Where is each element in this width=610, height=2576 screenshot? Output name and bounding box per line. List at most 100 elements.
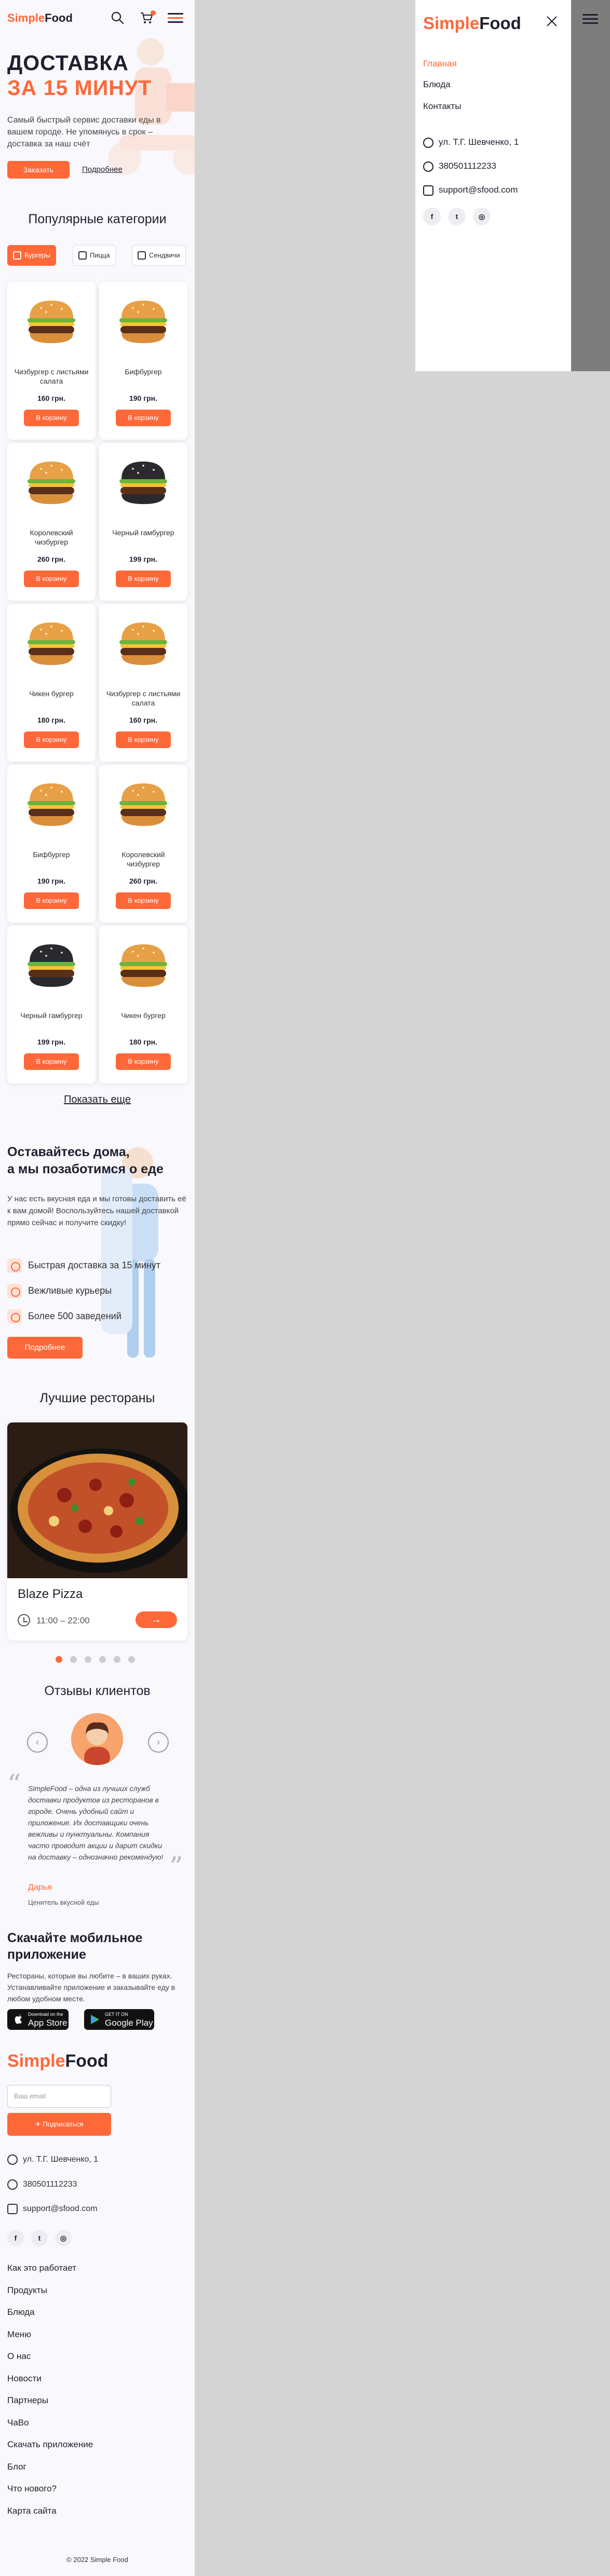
drawer-logo[interactable]: SimpleFood: [423, 13, 521, 33]
restaurant-icon: [7, 1309, 22, 1324]
footer-link[interactable]: Новости: [7, 2374, 42, 2384]
appstore-button[interactable]: Download on the App Store: [7, 2009, 69, 2030]
footer-link[interactable]: О нас: [7, 2351, 31, 2362]
product-card[interactable]: Королевский чизбургер 260 грн. В корзину: [7, 443, 96, 601]
search-icon[interactable]: [110, 10, 125, 25]
footer-link[interactable]: Продукты: [7, 2285, 47, 2296]
add-to-cart-button[interactable]: В корзину: [24, 410, 79, 426]
facebook-icon[interactable]: f: [7, 2230, 24, 2246]
email-text: support@sfood.com: [23, 2204, 98, 2214]
review-next-button[interactable]: ›: [148, 1732, 169, 1753]
product-name: Королевский чизбургер: [30, 528, 73, 546]
footer-link[interactable]: Карта сайта: [7, 2506, 57, 2516]
product-card[interactable]: Черный гамбургер 199 грн. В корзину: [99, 443, 187, 601]
product-price: 260 грн.: [129, 877, 157, 885]
address-text: ул. Т.Г. Шевченко, 1: [23, 2155, 99, 2164]
instagram-icon[interactable]: ◎: [55, 2230, 72, 2246]
footer-link[interactable]: Блог: [7, 2462, 26, 2472]
footer-link[interactable]: Как это работает: [7, 2263, 76, 2273]
close-icon[interactable]: [545, 15, 559, 28]
review-prev-button[interactable]: ‹: [27, 1732, 48, 1753]
googleplay-button[interactable]: GET IT ON Google Play: [84, 2009, 154, 2030]
order-button[interactable]: Заказать: [7, 161, 70, 179]
burger-image: [119, 462, 167, 504]
feature-fast-delivery: Быстрая доставка за 15 минут: [7, 1258, 160, 1273]
footer-email[interactable]: support@sfood.com: [7, 2204, 97, 2214]
product-card[interactable]: Чикен бургер 180 грн. В корзину: [7, 604, 96, 762]
footer-phone[interactable]: 380501112233: [7, 2179, 77, 2190]
product-card[interactable]: Чизбургер с листьями салата 160 грн. В кор…: [7, 282, 96, 440]
product-card[interactable]: Бифбургер 190 грн. В корзину: [7, 765, 96, 923]
email-input[interactable]: Ваш email: [7, 2085, 111, 2108]
reviews-title: Отзывы клиентов: [44, 1684, 151, 1698]
hero-more-link[interactable]: Подробнее: [82, 165, 123, 174]
category-label: Бургеры: [24, 251, 51, 259]
restaurant-arrow-button[interactable]: →: [135, 1611, 177, 1628]
subscribe-button[interactable]: ✈ Подписаться: [7, 2113, 111, 2136]
restaurant-card[interactable]: Blaze Pizza 11:00 – 22:00 →: [7, 1422, 187, 1640]
footer-link[interactable]: Партнеры: [7, 2395, 48, 2406]
product-card[interactable]: Бифбургер 190 грн. В корзину: [99, 282, 187, 440]
nav-contacts[interactable]: Контакты: [423, 101, 461, 112]
drawer-email[interactable]: support@sfood.com: [423, 185, 518, 196]
add-to-cart-button[interactable]: В корзину: [24, 571, 79, 587]
footer-logo[interactable]: SimpleFood: [7, 2051, 109, 2071]
add-to-cart-button[interactable]: В корзину: [116, 892, 171, 909]
add-to-cart-button[interactable]: В корзину: [116, 571, 171, 587]
mail-icon: [7, 2204, 18, 2214]
feature-label: Быстрая доставка за 15 минут: [28, 1259, 161, 1270]
footer-link[interactable]: Меню: [7, 2329, 31, 2340]
main-page: SimpleFood ДОСТАВКА ЗА 15 МИНУТ Самый бы…: [0, 0, 195, 2576]
footer-link[interactable]: Блюда: [7, 2307, 35, 2317]
product-card[interactable]: Королевский чизбургер 260 грн. В корзину: [99, 765, 187, 923]
phone-icon: [7, 2179, 18, 2190]
add-to-cart-button[interactable]: В корзину: [24, 731, 79, 748]
instagram-icon[interactable]: ◎: [473, 208, 491, 225]
slider-dot[interactable]: [128, 1656, 135, 1663]
product-price: 199 грн.: [37, 1038, 65, 1046]
mail-icon: [423, 185, 433, 196]
clock-icon: [18, 1614, 30, 1626]
hero-title-line2: ЗА 15 МИНУТ: [7, 76, 152, 100]
add-to-cart-button[interactable]: В корзину: [116, 410, 171, 426]
category-burgers[interactable]: Бургеры: [7, 245, 57, 266]
menu-burger-button[interactable]: [165, 8, 186, 28]
stay-more-button[interactable]: Подробнее: [7, 1337, 83, 1359]
stay-home-title: Оставайтесь дома, а мы позаботимся о еде: [7, 1144, 164, 1178]
show-more-link[interactable]: Показать еще: [0, 1094, 195, 1106]
footer-link[interactable]: ЧаВо: [7, 2418, 29, 2428]
product-card[interactable]: Черный гамбургер 199 грн. В корзину: [7, 926, 96, 1083]
product-card[interactable]: Чизбургер с листьями салата 160 грн. В кор…: [99, 604, 187, 762]
slider-dot[interactable]: [99, 1656, 106, 1663]
subscribe-label: Подписаться: [43, 2120, 84, 2128]
footer-link[interactable]: Что нового?: [7, 2484, 57, 2494]
menu-burger-button[interactable]: [580, 9, 601, 29]
add-to-cart-button[interactable]: В корзину: [116, 731, 171, 748]
twitter-icon[interactable]: t: [31, 2230, 48, 2246]
facebook-icon[interactable]: f: [423, 208, 441, 225]
drawer-phone[interactable]: 380501112233: [423, 161, 496, 172]
product-card[interactable]: Чикен бургер 180 грн. В корзину: [99, 926, 187, 1083]
feature-restaurants: Более 500 заведений: [7, 1309, 121, 1324]
product-price: 160 грн.: [37, 394, 65, 402]
slider-dot[interactable]: [56, 1656, 62, 1663]
slider-dot[interactable]: [70, 1656, 77, 1663]
category-sandwiches[interactable]: Сендвичи: [132, 245, 186, 266]
appstore-caption: Download on the: [28, 2012, 63, 2017]
footer-link[interactable]: Скачать приложение: [7, 2439, 93, 2450]
overlay-strip: [571, 0, 610, 371]
reviewer-avatar: [71, 1713, 123, 1765]
category-pizza[interactable]: Пицца: [73, 245, 116, 266]
slider-dot[interactable]: [85, 1656, 91, 1663]
twitter-icon[interactable]: t: [448, 208, 466, 225]
add-to-cart-button[interactable]: В корзину: [24, 1053, 79, 1070]
nav-home[interactable]: Главная: [423, 59, 457, 69]
nav-dishes[interactable]: Блюда: [423, 79, 451, 90]
add-to-cart-button[interactable]: В корзину: [116, 1053, 171, 1070]
location-icon: [423, 137, 433, 148]
slider-dot[interactable]: [114, 1656, 120, 1663]
address-text: ул. Т.Г. Шевченко, 1: [439, 137, 519, 147]
logo[interactable]: SimpleFood: [7, 11, 73, 25]
logo-part2: Food: [65, 2051, 109, 2071]
add-to-cart-button[interactable]: В корзину: [24, 892, 79, 909]
